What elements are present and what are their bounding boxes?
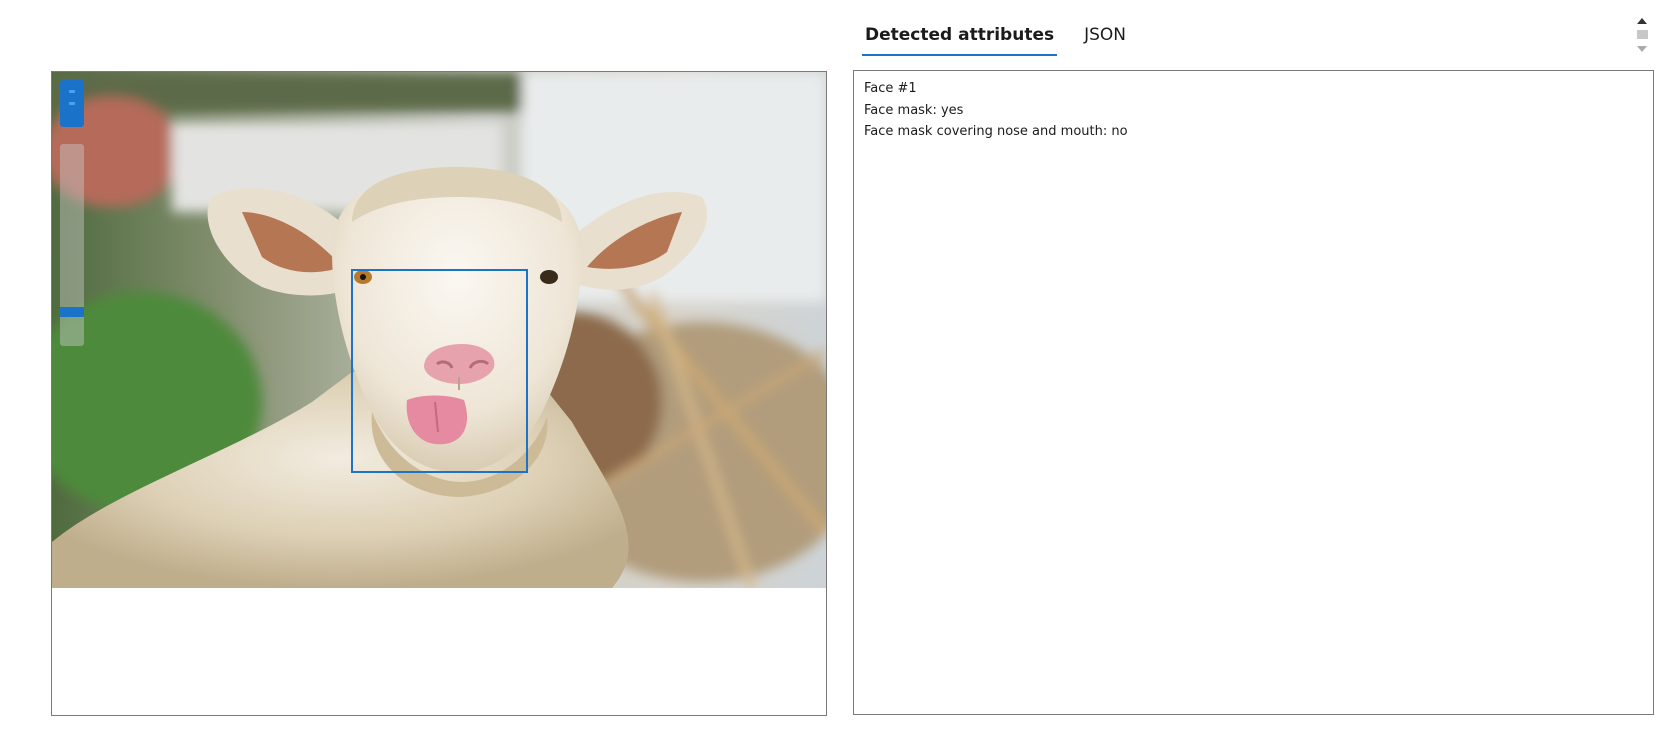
- scroll-down-icon[interactable]: [1637, 46, 1647, 52]
- scroll-thumb[interactable]: [1637, 30, 1648, 39]
- mask-coverage-result: Face mask covering nose and mouth: no: [864, 124, 1128, 139]
- zoom-indicator-dot: [69, 102, 75, 105]
- attributes-results-panel: Face #1 Face mask: yes Face mask coverin…: [853, 70, 1654, 715]
- zoom-slider[interactable]: [60, 144, 84, 346]
- image-viewer[interactable]: [51, 71, 827, 716]
- scroll-up-icon[interactable]: [1637, 18, 1647, 24]
- face-label: Face #1: [864, 81, 917, 96]
- zoom-slider-thumb[interactable]: [60, 307, 84, 318]
- zoom-indicator-dot: [69, 90, 75, 93]
- zoom-control-button[interactable]: [60, 80, 84, 127]
- face-mask-result: Face mask: yes: [864, 102, 964, 118]
- tab-json[interactable]: JSON: [1081, 18, 1129, 58]
- result-tabs: Detected attributes JSON: [862, 18, 1153, 58]
- face-bounding-box: [351, 269, 528, 473]
- page-scrollbar[interactable]: [1635, 14, 1650, 56]
- tab-detected-attributes[interactable]: Detected attributes: [862, 18, 1058, 58]
